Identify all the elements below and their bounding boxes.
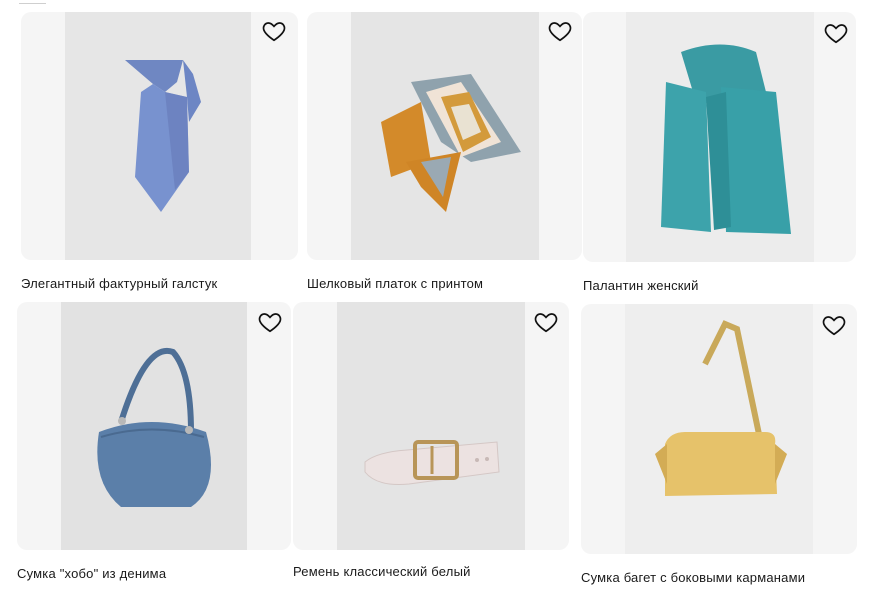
product-photo [337,302,525,550]
baguette-bag-image [655,320,787,496]
product-card[interactable]: Ремень классический белый [293,302,570,587]
favorite-button[interactable] [259,16,289,46]
product-card[interactable]: Шелковый платок с принтом [307,12,582,297]
product-image-frame[interactable] [21,12,298,260]
stole-image [661,44,791,234]
product-card[interactable]: Сумка багет с боковыми карманами [581,304,858,589]
product-photo [351,12,539,260]
product-title[interactable]: Ремень классический белый [293,564,471,579]
heart-icon [822,316,846,336]
product-title[interactable]: Сумка багет с боковыми карманами [581,570,805,585]
heart-icon [262,22,286,42]
product-card[interactable]: Сумка "хобо" из денима [17,302,292,587]
product-photo [626,12,814,262]
heart-icon [258,313,282,333]
heart-icon [548,22,572,42]
product-photo [65,12,251,260]
product-title[interactable]: Элегантный фактурный галстук [21,276,217,291]
favorite-button[interactable] [545,16,575,46]
favorite-button[interactable] [819,310,849,340]
product-title[interactable]: Палантин женский [583,278,699,293]
product-image-frame[interactable] [307,12,582,260]
product-title[interactable]: Сумка "хобо" из денима [17,566,166,581]
product-title[interactable]: Шелковый платок с принтом [307,276,483,291]
tie-image [125,60,201,212]
favorite-button[interactable] [255,307,285,337]
product-photo [61,302,247,550]
top-divider [19,3,46,4]
product-image-frame[interactable] [583,12,856,262]
heart-icon [824,24,848,44]
product-photo [625,304,813,554]
product-card[interactable]: Элегантный фактурный галстук [21,12,298,297]
product-image-frame[interactable] [293,302,569,550]
scarf-image [381,74,521,212]
product-image-frame[interactable] [17,302,291,550]
belt-image [364,440,500,485]
heart-icon [534,313,558,333]
hobo-bag-image [97,347,211,507]
product-card[interactable]: Палантин женский [583,12,858,297]
favorite-button[interactable] [821,18,851,48]
favorite-button[interactable] [531,307,561,337]
product-image-frame[interactable] [581,304,857,554]
